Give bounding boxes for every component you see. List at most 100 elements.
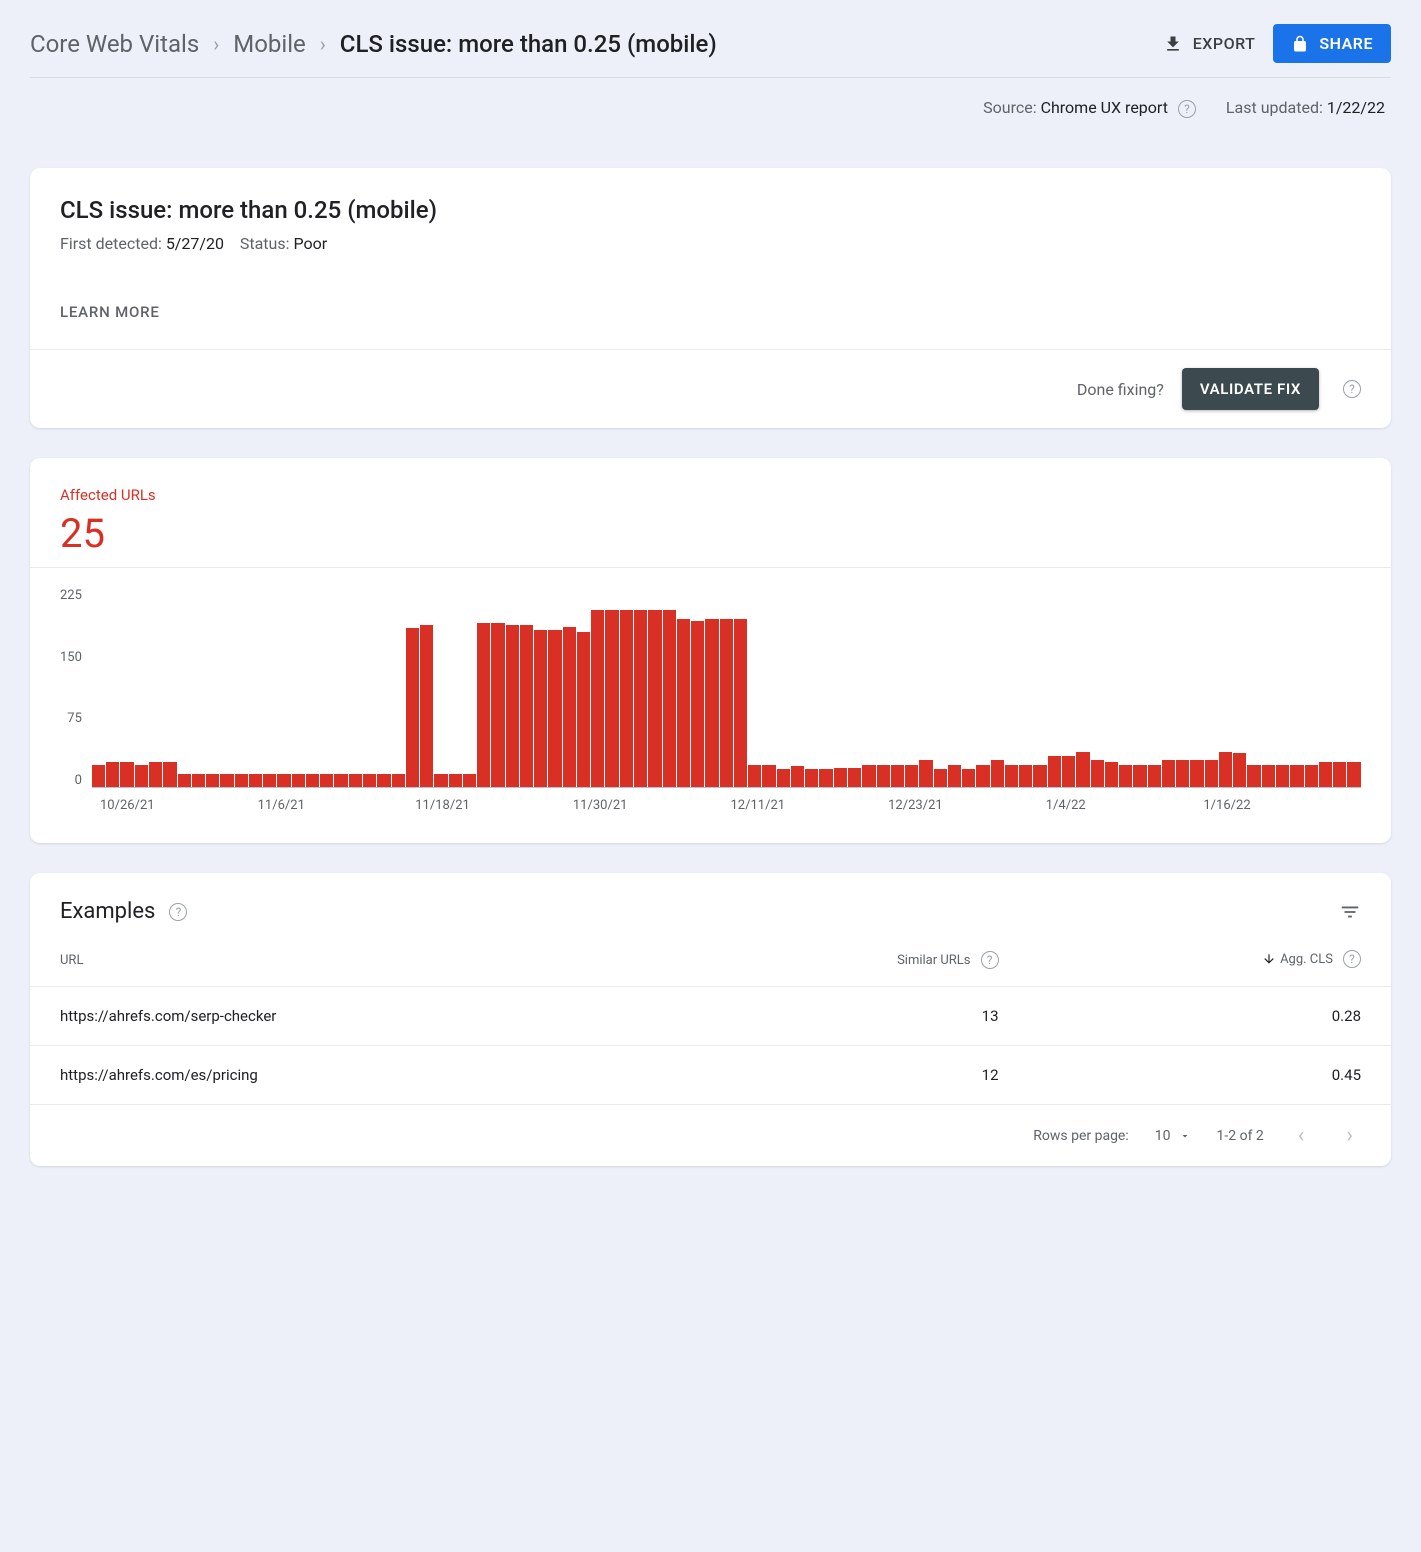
chart-bar[interactable] bbox=[1062, 756, 1075, 787]
chart-bar[interactable] bbox=[591, 610, 604, 787]
chart-bar[interactable] bbox=[406, 628, 419, 787]
chart-bar[interactable] bbox=[1048, 756, 1061, 787]
chart-bar[interactable] bbox=[605, 610, 618, 787]
chart-bar[interactable] bbox=[520, 625, 533, 787]
help-icon[interactable]: ? bbox=[981, 951, 999, 969]
chart-bar[interactable] bbox=[791, 766, 804, 787]
chart-bar[interactable] bbox=[1219, 752, 1232, 787]
help-icon[interactable]: ? bbox=[1343, 950, 1361, 968]
chart-bar[interactable] bbox=[1190, 760, 1203, 787]
chart-bar[interactable] bbox=[135, 765, 148, 787]
chart-bar[interactable] bbox=[306, 774, 319, 787]
chart-bar[interactable] bbox=[877, 765, 890, 787]
chart-bar[interactable] bbox=[648, 610, 661, 787]
chart-bar[interactable] bbox=[292, 774, 305, 787]
learn-more-link[interactable]: LEARN MORE bbox=[60, 303, 1361, 321]
chart-bar[interactable] bbox=[463, 774, 476, 787]
chart-bar[interactable] bbox=[748, 765, 761, 787]
chart-bar[interactable] bbox=[106, 762, 119, 787]
chart-bar[interactable] bbox=[477, 623, 490, 787]
chart-bar[interactable] bbox=[976, 765, 989, 787]
chart-bar[interactable] bbox=[1333, 762, 1346, 787]
chart-bar[interactable] bbox=[720, 619, 733, 787]
chart-bar[interactable] bbox=[1247, 765, 1260, 787]
chart-bar[interactable] bbox=[1033, 765, 1046, 787]
chart-bar[interactable] bbox=[948, 765, 961, 787]
chart-bar[interactable] bbox=[1276, 765, 1289, 787]
chart-bar[interactable] bbox=[449, 774, 462, 787]
chart-bars[interactable] bbox=[92, 588, 1361, 788]
chart-bar[interactable] bbox=[563, 627, 576, 787]
chart-bar[interactable] bbox=[363, 774, 376, 787]
chart-bar[interactable] bbox=[1091, 760, 1104, 787]
chart-bar[interactable] bbox=[1105, 762, 1118, 787]
chart-bar[interactable] bbox=[277, 774, 290, 787]
breadcrumb-root[interactable]: Core Web Vitals bbox=[30, 30, 199, 58]
chart-bar[interactable] bbox=[677, 619, 690, 787]
chart-bar[interactable] bbox=[862, 765, 875, 787]
prev-page-button[interactable]: ‹ bbox=[1290, 1119, 1313, 1152]
chart-bar[interactable] bbox=[962, 769, 975, 787]
help-icon[interactable]: ? bbox=[1178, 100, 1196, 118]
chart-bar[interactable] bbox=[891, 765, 904, 787]
chart-bar[interactable] bbox=[320, 774, 333, 787]
chart-bar[interactable] bbox=[192, 774, 205, 787]
chart-bar[interactable] bbox=[334, 774, 347, 787]
chart-bar[interactable] bbox=[691, 621, 704, 787]
chart-bar[interactable] bbox=[249, 774, 262, 787]
chart-bar[interactable] bbox=[848, 768, 861, 787]
chart-bar[interactable] bbox=[1347, 762, 1360, 787]
chart-bar[interactable] bbox=[777, 769, 790, 787]
chart-bar[interactable] bbox=[1005, 765, 1018, 787]
chart-bar[interactable] bbox=[1133, 765, 1146, 787]
chart-bar[interactable] bbox=[1262, 765, 1275, 787]
chart-bar[interactable] bbox=[434, 774, 447, 787]
chart-bar[interactable] bbox=[991, 760, 1004, 787]
chart-bar[interactable] bbox=[1319, 762, 1332, 787]
chart-bar[interactable] bbox=[163, 762, 176, 787]
chart-bar[interactable] bbox=[392, 774, 405, 787]
help-icon[interactable]: ? bbox=[1343, 380, 1361, 398]
chart-bar[interactable] bbox=[1019, 765, 1032, 787]
export-button[interactable]: EXPORT bbox=[1163, 34, 1256, 54]
chart-bar[interactable] bbox=[577, 632, 590, 787]
chart-bar[interactable] bbox=[734, 619, 747, 787]
table-row[interactable]: https://ahrefs.com/es/pricing 12 0.45 bbox=[30, 1046, 1391, 1105]
chart-bar[interactable] bbox=[377, 774, 390, 787]
breadcrumb-mobile[interactable]: Mobile bbox=[233, 30, 306, 58]
chart-bar[interactable] bbox=[149, 762, 162, 787]
chart-bar[interactable] bbox=[534, 630, 547, 787]
next-page-button[interactable]: › bbox=[1338, 1119, 1361, 1152]
chart-bar[interactable] bbox=[1290, 765, 1303, 787]
chart-bar[interactable] bbox=[1176, 760, 1189, 787]
chart-bar[interactable] bbox=[620, 610, 633, 787]
table-row[interactable]: https://ahrefs.com/serp-checker 13 0.28 bbox=[30, 987, 1391, 1046]
chart-bar[interactable] bbox=[663, 610, 676, 787]
chart-bar[interactable] bbox=[819, 769, 832, 787]
chart-bar[interactable] bbox=[548, 630, 561, 787]
chart-bar[interactable] bbox=[178, 774, 191, 787]
filter-icon[interactable] bbox=[1339, 901, 1361, 923]
chart-bar[interactable] bbox=[92, 765, 105, 787]
chart-bar[interactable] bbox=[1119, 765, 1132, 787]
chart-bar[interactable] bbox=[1076, 752, 1089, 787]
chart-bar[interactable] bbox=[919, 760, 932, 787]
chart-bar[interactable] bbox=[905, 765, 918, 787]
chart-bar[interactable] bbox=[506, 625, 519, 787]
chart-bar[interactable] bbox=[1233, 753, 1246, 787]
chart-bar[interactable] bbox=[1148, 765, 1161, 787]
chart-bar[interactable] bbox=[1162, 760, 1175, 787]
share-button[interactable]: SHARE bbox=[1273, 24, 1391, 63]
chart-bar[interactable] bbox=[634, 610, 647, 787]
chart-bar[interactable] bbox=[1305, 765, 1318, 787]
chart-bar[interactable] bbox=[762, 765, 775, 787]
rows-per-page-select[interactable]: 10 bbox=[1155, 1128, 1191, 1144]
col-agg-cls[interactable]: Agg. CLS? bbox=[1029, 934, 1391, 987]
chart-bar[interactable] bbox=[263, 774, 276, 787]
chart-bar[interactable] bbox=[120, 762, 133, 787]
chart-bar[interactable] bbox=[934, 769, 947, 787]
help-icon[interactable]: ? bbox=[169, 903, 187, 921]
chart-bar[interactable] bbox=[206, 774, 219, 787]
chart-bar[interactable] bbox=[705, 619, 718, 787]
chart-bar[interactable] bbox=[805, 769, 818, 787]
